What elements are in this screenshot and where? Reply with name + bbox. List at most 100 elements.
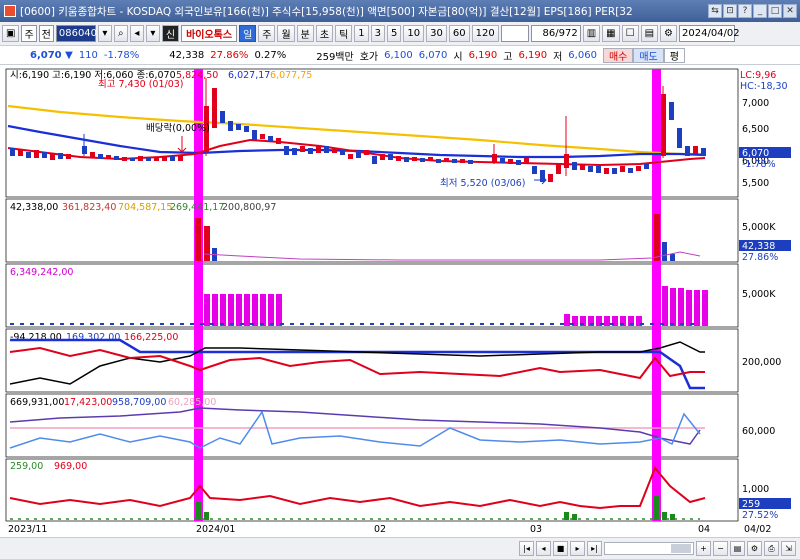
panel6-value-2: 969,00 [54,461,87,472]
eval-button[interactable]: 평 [663,48,685,63]
vol-value-5: 200,800,97 [222,202,276,213]
print-icon[interactable]: ⎙ [764,541,779,556]
gear-icon[interactable]: ⚙ [660,25,677,42]
x-label-4: 03 [530,524,542,535]
vol-value-1: 42,338,00 [10,202,58,213]
x-label-2: 2024/01 [196,524,235,535]
price-tick-1: 7,000 [742,98,769,109]
price-tick-2: 6,500 [742,124,769,135]
info-button[interactable]: 신 [161,25,180,42]
maximize-button[interactable]: □ [768,4,782,18]
panel4-tick: 200,000 [742,357,781,368]
tab-minute[interactable]: 분 [296,25,314,42]
price-tick-5: 5,500 [742,178,769,189]
tab-second[interactable]: 초 [315,25,334,42]
current-price-tag-text: 6,070 [742,148,769,159]
dropdown-icon[interactable]: ▾ [145,25,160,42]
scroll-next-icon[interactable]: ▸ [570,541,585,556]
checkbox-icon[interactable]: ☐ [621,25,639,42]
scroll-first-icon[interactable]: |◂ [519,541,534,556]
interval-1[interactable]: 1 [354,25,369,42]
tab-day[interactable]: 일 [239,25,257,42]
tab-week[interactable]: 주 [258,25,276,42]
scroll-prev-icon[interactable]: ◂ [536,541,551,556]
prev-stock-icon[interactable]: ◂ [129,25,144,42]
layout-button[interactable]: ⊡ [723,4,737,18]
hc-label: HC:-18,30 [740,81,788,92]
tab-month[interactable]: 월 [277,25,295,42]
x-label-3: 02 [374,524,386,535]
interval-3[interactable]: 3 [370,25,386,42]
panel5-value-2: 17,423,00 [64,397,112,408]
chart-type-icon[interactable]: ▥ [582,25,601,42]
panel6-value-1: 259,00 [10,461,43,472]
interval-10[interactable]: 10 [403,25,425,42]
stock-code-input[interactable]: 086040 [55,25,97,42]
chart-menu-button[interactable]: ▣ [2,25,20,42]
buy-button[interactable]: 매수 [602,48,634,63]
window-title: [0600] 키움종합차트 - KOSDAQ 외국인보유[166(천)] 주식수… [20,5,633,18]
highlight-band-2 [652,69,661,521]
volume-pct-tag: 27.86% [742,252,778,263]
bid-price-1: 6,100 [384,50,413,61]
highlight-band-1 [194,69,203,521]
zoom-in-icon[interactable]: + [696,541,711,556]
period-select[interactable]: 전 [38,25,54,42]
trade-amount: 259백만 [316,52,354,63]
panel6-tag-text: 259 [742,499,760,510]
x-last-date: 04/02 [744,524,771,535]
minimize-button[interactable]: _ [753,4,767,18]
link-button[interactable]: ⇆ [708,4,722,18]
panel5-value-3: 958,709,00 [112,397,166,408]
bid-price-2: 6,070 [418,50,448,61]
grid-icon[interactable]: ▦ [602,25,620,42]
type-select[interactable]: 주 [21,25,37,42]
panel4-value-1: -94,218,00 [10,332,62,343]
interval-30[interactable]: 30 [426,25,447,42]
panel3-value: 6,349,242,00 [10,267,73,278]
save-icon[interactable]: ▤ [640,25,659,42]
min-price-label: 최저 5,520 (03/06) [440,178,526,189]
close-button[interactable]: ✕ [783,4,797,18]
interval-60[interactable]: 60 [448,25,470,42]
date-input[interactable]: 2024/04/02 [679,25,740,42]
search-icon[interactable]: ⌕ [113,25,128,42]
x-label-1: 2023/11 [8,524,47,535]
sell-button[interactable]: 매도 [633,48,664,63]
settings-icon[interactable]: ⚙ [747,541,762,556]
chart-canvas[interactable]: 시:6,190 고:6,190 저:6,060 종:6,070 5,824,50… [0,66,800,537]
export-icon[interactable]: ⇲ [781,541,796,556]
panel4-value-2: 169,302,00 [66,332,120,343]
dividend-label: 배당락(0,00%) [146,122,210,134]
scroll-thumb[interactable] [671,544,691,553]
chart-area[interactable]: 시:6,190 고:6,190 저:6,060 종:6,070 5,824,50… [0,66,800,537]
interval-5[interactable]: 5 [387,25,402,42]
open-label: 시 [453,52,463,63]
current-price: 6,070 ▼ [30,50,73,61]
x-label-5: 04 [698,524,710,535]
panel5-value-4: 60,285,00 [168,397,216,408]
chart-scrollbar[interactable] [604,542,694,555]
quote-bar: 6,070 ▼ 110 -1.78% 42,338 27.86% 0.27% 2… [0,47,800,65]
ma-value-3: 6,077,75 [270,70,312,81]
data-counter[interactable]: 86/972 [530,25,581,42]
zoom-out-icon[interactable]: − [713,541,728,556]
chart-toolbar: ▣ 주 전 086040 ▾ ⌕ ◂ ▾ 신 바이오톡스 일 주 월 분 초 틱… [0,22,800,46]
current-pct-tag: -1.78% [742,159,776,170]
volume-tag-text: 42,338 [742,241,775,252]
scroll-last-icon[interactable]: ▸| [587,541,602,556]
max-price-label: 최고 7,430 (01/03) [98,79,184,90]
chart-style-icon[interactable]: ▤ [730,541,745,556]
chevron-down-icon[interactable]: ▾ [97,25,112,42]
tab-tick[interactable]: 틱 [335,25,353,42]
price-change: 110 [78,50,98,61]
vol-value-4: 269,441,17 [170,202,224,213]
interval-120[interactable]: 120 [471,25,499,42]
status-bar: |◂ ◂ ■ ▸ ▸| + − ▤ ⚙ ⎙ ⇲ [0,537,800,559]
help-button[interactable]: ? [738,4,752,18]
low-label: 저 [553,52,563,63]
stop-icon[interactable]: ■ [553,541,568,556]
bid-label: 호가 [359,52,379,63]
interval-custom-input[interactable] [500,25,529,42]
high-price: 6,190 [518,50,548,61]
